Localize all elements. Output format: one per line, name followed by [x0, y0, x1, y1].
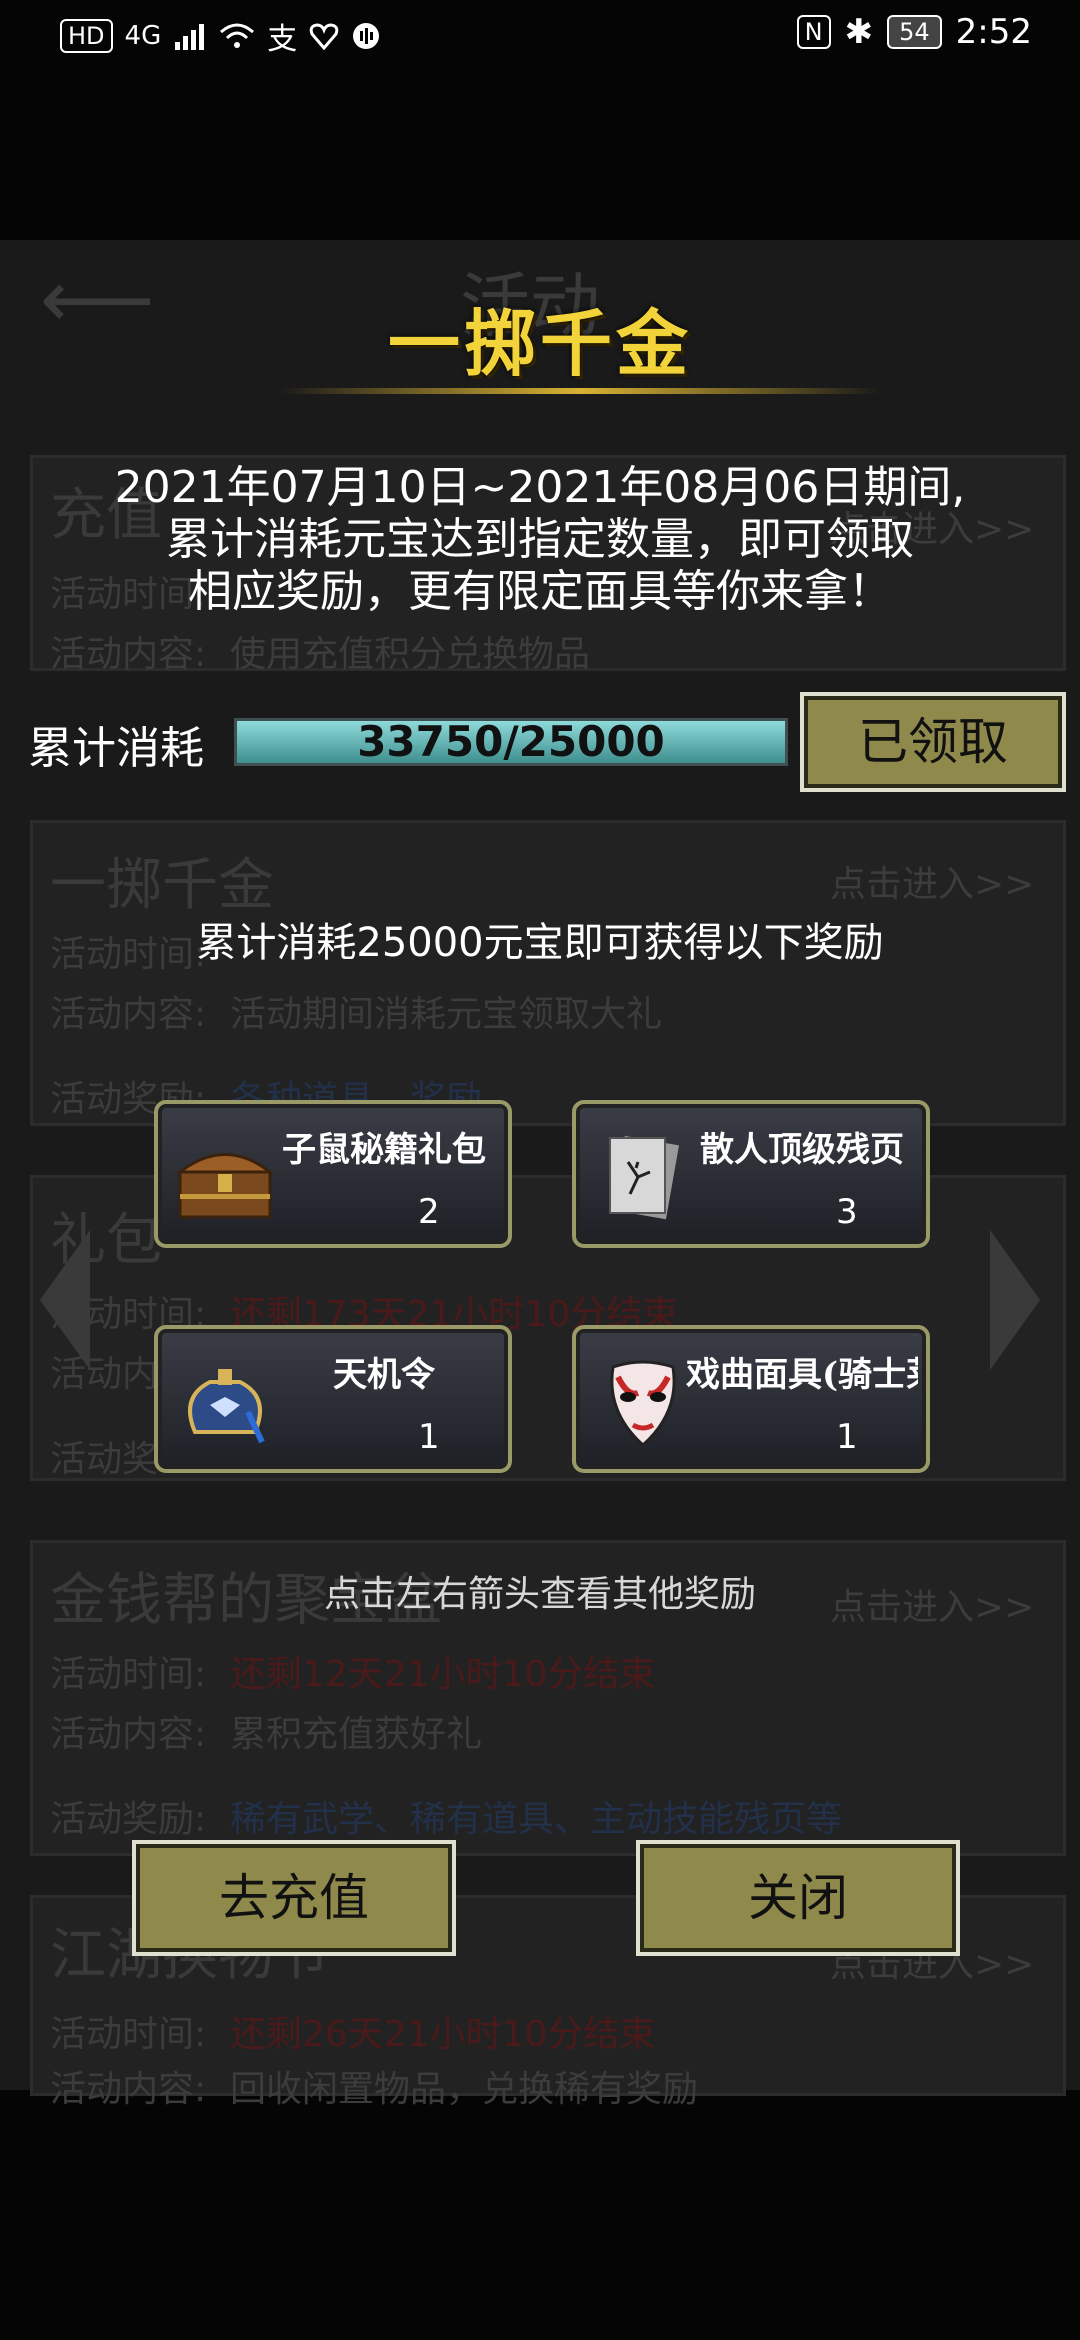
bg-card-time: 还剩12天21小时10分结束: [230, 1654, 656, 1695]
bg-card-content: 使用充值积分兑换物品: [230, 634, 591, 675]
bg-card-link: 点击进入>>: [830, 864, 1035, 905]
reward-slot[interactable]: 散人顶级残页 3: [572, 1100, 930, 1248]
bg-card-reward: 稀有武学、稀有道具、主动技能残页等: [230, 1799, 843, 1840]
recharge-button[interactable]: 去充值: [132, 1840, 456, 1956]
alipay-icon: 支: [267, 22, 298, 57]
reward-name: 戏曲面具(骑士莱恩): [686, 1355, 918, 1395]
reward-slot[interactable]: 子鼠秘籍礼包 2: [154, 1100, 512, 1248]
signal-icon: [175, 24, 205, 50]
bg-card-time: 还剩26天21小时10分结束: [230, 2014, 656, 2055]
bg-card-title: 一掷千金: [50, 853, 274, 918]
nfc-icon: N: [796, 15, 831, 49]
modal-title: 一掷千金: [387, 301, 692, 386]
bg-card-reward-label: 活动奖: [50, 1439, 159, 1480]
opera-mask-icon: [610, 1360, 676, 1447]
reward-slot[interactable]: 天机令 1: [154, 1325, 512, 1473]
reward-count: 2: [418, 1192, 440, 1232]
claimed-button[interactable]: 已领取: [800, 692, 1066, 792]
bg-card-content: 活动期间消耗元宝领取大礼: [230, 994, 663, 1035]
prev-reward-arrow-icon[interactable]: [40, 1230, 90, 1370]
clock: 2:52: [955, 12, 1032, 52]
status-left: HD 4G 支: [60, 14, 381, 58]
description-line: 累计消耗元宝达到指定数量，即可领取: [166, 514, 914, 565]
reward-count: 1: [418, 1417, 440, 1457]
wifi-icon: [220, 23, 255, 48]
next-reward-arrow-icon[interactable]: [990, 1230, 1040, 1370]
reward-slot[interactable]: 戏曲面具(骑士莱恩) 1: [572, 1325, 930, 1473]
reward-name: 天机令: [333, 1355, 435, 1395]
token-pouch-icon: [188, 1369, 265, 1444]
bg-card-content-label: 活动内容:: [50, 2069, 207, 2110]
audio-icon: [353, 23, 380, 49]
bg-card-reward-label: 活动奖励:: [50, 1799, 207, 1840]
network-label: 4G: [124, 21, 162, 51]
description-line: 2021年07月10日~2021年08月06日期间,: [114, 462, 966, 513]
bg-card-time-label: 活动时间:: [50, 2014, 207, 2055]
bg-card-content: 回收闲置物品，兑换稀有奖励: [230, 2069, 699, 2110]
close-button[interactable]: 关闭: [636, 1840, 960, 1956]
heart-icon: [309, 23, 339, 50]
bg-card-content-label: 活动内容:: [50, 994, 207, 1035]
bg-card-content-label: 活动内容:: [50, 1714, 207, 1755]
scroll-pages-icon: [609, 1135, 679, 1220]
progress-label: 累计消耗: [28, 723, 204, 774]
reward-name: 散人顶级残页: [700, 1130, 904, 1170]
bg-card-time-label: 活动时间:: [50, 1654, 207, 1695]
reward-count: 1: [836, 1417, 858, 1457]
status-bar: HD 4G 支 N ✱ 54 2:52: [0, 0, 1080, 68]
progress-bar: 33750/25000: [234, 718, 788, 766]
reward-name: 子鼠秘籍礼包: [282, 1130, 486, 1170]
status-right: N ✱ 54 2:52: [796, 12, 1032, 52]
description-line: 相应奖励，更有限定面具等你来拿！: [188, 566, 892, 617]
battery-icon: 54: [887, 15, 942, 49]
reward-count: 3: [836, 1192, 858, 1232]
title-underline: [280, 388, 880, 394]
navigation-hint: 点击左右箭头查看其他奖励: [323, 1574, 756, 1615]
reward-caption: 累计消耗25000元宝即可获得以下奖励: [196, 920, 884, 966]
event-description: 2021年07月10日~2021年08月06日期间, 累计消耗元宝达到指定数量，…: [40, 462, 1040, 618]
bg-card-content-label: 活动内容:: [50, 634, 207, 675]
progress-text: 33750/25000: [357, 717, 665, 766]
hd-icon: HD: [60, 19, 113, 53]
treasure-chest-icon: [175, 1153, 275, 1219]
bluetooth-icon: ✱: [844, 12, 874, 52]
bg-card-content: 累积充值获好礼: [230, 1714, 483, 1755]
